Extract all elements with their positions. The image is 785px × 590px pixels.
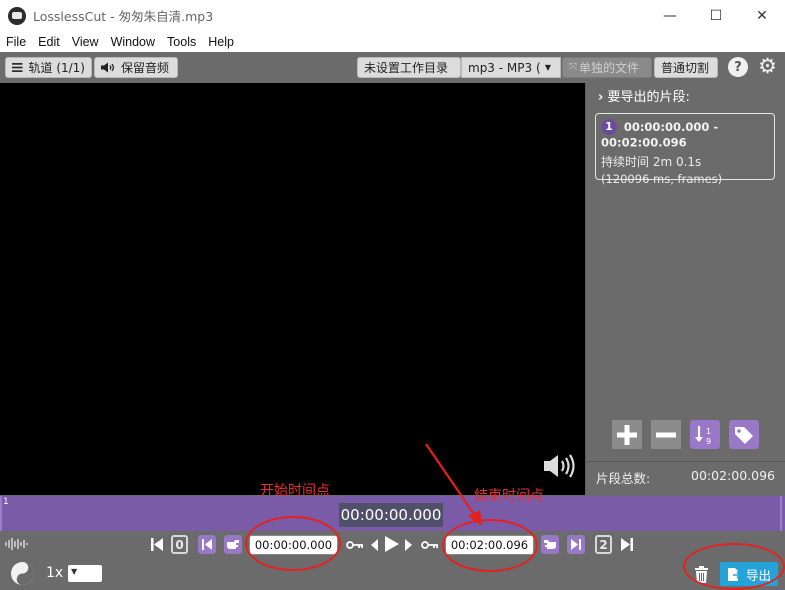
minimize-button[interactable]: — xyxy=(647,0,693,31)
menu-tools[interactable]: Tools xyxy=(161,35,202,49)
title-bar: LosslessCut - 匆匆朱自清.mp3 — ☐ ✕ xyxy=(0,0,785,31)
format-select[interactable]: mp3 - MP3 ( ▼ xyxy=(461,57,561,78)
chevron-down-icon: ▼ xyxy=(544,63,551,72)
segments-header-label: 要导出的片段: xyxy=(607,90,690,105)
tag-icon xyxy=(735,426,753,444)
remove-segment-button[interactable] xyxy=(651,420,681,449)
cut-mode-button[interactable]: 普通切割 xyxy=(654,57,718,78)
keep-audio-label: 保留音频 xyxy=(121,61,170,75)
step-end-icon xyxy=(571,539,581,550)
hand-right-icon xyxy=(227,540,239,549)
gear-icon[interactable]: ⚙ xyxy=(757,56,778,77)
chevron-down-icon: ▼ xyxy=(71,567,78,576)
video-player[interactable] xyxy=(0,83,585,495)
app-logo-icon xyxy=(8,6,26,25)
menu-view[interactable]: View xyxy=(66,35,105,49)
prev-frame-icon[interactable] xyxy=(370,538,379,552)
merge-icon: ⤧ xyxy=(569,62,577,73)
playback-rate-label: 1x xyxy=(46,565,64,581)
export-highlight xyxy=(683,543,785,590)
first-segment-button[interactable]: 0 xyxy=(171,535,188,554)
segment-actions: 19 xyxy=(612,420,759,449)
waveform-icon[interactable] xyxy=(5,537,29,551)
timeline-segment-marker: 1 xyxy=(3,497,9,507)
last-segment-button[interactable]: 2 xyxy=(595,535,612,554)
playback-rate-select[interactable]: ▼ xyxy=(68,565,102,582)
tracks-label: 轨道 (1/1) xyxy=(28,61,86,75)
maximize-button[interactable]: ☐ xyxy=(693,0,739,31)
set-end-button[interactable] xyxy=(541,535,559,554)
jump-to-start-icon[interactable] xyxy=(150,537,164,552)
jump-to-end-icon[interactable] xyxy=(620,537,634,552)
menu-window[interactable]: Window xyxy=(105,35,161,49)
toolbar: 轨道 (1/1) 保留音频 未设置工作目录 mp3 - MP3 ( ▼ ⤧ 单独… xyxy=(0,52,785,82)
help-button[interactable]: ? xyxy=(728,57,748,77)
segments-total-label: 片段总数: xyxy=(596,471,651,486)
minus-icon xyxy=(656,432,676,437)
segment-duration: 持续时间 2m 0.1s xyxy=(601,154,702,169)
add-segment-button[interactable] xyxy=(612,420,642,449)
menu-file[interactable]: File xyxy=(0,35,32,49)
segment-start-edge[interactable] xyxy=(0,496,2,531)
seek-segment-end-button[interactable] xyxy=(567,535,585,554)
window-title: LosslessCut - 匆匆朱自清.mp3 xyxy=(33,9,214,24)
segments-panel: › 要导出的片段: 1 00:00:00.000 - 00:02:00.096 … xyxy=(585,83,785,495)
seek-segment-start-button[interactable] xyxy=(198,535,216,554)
plus-icon xyxy=(617,424,637,445)
key-icon[interactable] xyxy=(421,538,439,552)
speaker-icon xyxy=(101,62,115,73)
svg-text:9: 9 xyxy=(706,437,711,446)
menu-bar: File Edit View Window Tools Help xyxy=(0,31,785,52)
segments-total-value: 00:02:00.096 xyxy=(691,468,775,483)
label-segment-button[interactable] xyxy=(729,420,759,449)
start-time-annotation: 开始时间点 xyxy=(260,483,330,499)
play-icon[interactable] xyxy=(383,535,400,553)
chevron-right-icon: › xyxy=(598,90,604,105)
step-start-icon xyxy=(202,539,212,550)
segment-range: 00:00:00.000 - 00:02:00.096 xyxy=(601,120,719,150)
arrow-annotation xyxy=(425,443,482,526)
start-time-highlight xyxy=(245,516,341,571)
working-dir-button[interactable]: 未设置工作目录 xyxy=(357,57,461,78)
separate-files-label: 单独的文件 xyxy=(579,61,640,75)
hand-left-icon xyxy=(544,540,556,549)
volume-icon[interactable] xyxy=(543,452,575,480)
segment-end-edge[interactable] xyxy=(780,496,782,531)
app-window: LosslessCut - 匆匆朱自清.mp3 — ☐ ✕ File Edit … xyxy=(0,0,785,590)
svg-text:1: 1 xyxy=(706,427,711,436)
segment-details: (120096 ms, frames) xyxy=(601,171,723,186)
menu-help[interactable]: Help xyxy=(202,35,240,49)
segment-item[interactable]: 1 00:00:00.000 - 00:02:00.096 持续时间 2m 0.… xyxy=(595,113,775,186)
separate-files-button[interactable]: ⤧ 单独的文件 xyxy=(562,57,652,78)
segments-header[interactable]: › 要导出的片段: xyxy=(598,86,690,105)
tracks-button[interactable]: 轨道 (1/1) xyxy=(5,57,92,78)
key-icon[interactable] xyxy=(346,538,364,552)
segment-number-badge: 1 xyxy=(601,119,617,135)
close-button[interactable]: ✕ xyxy=(739,0,785,31)
sort-numeric-icon: 19 xyxy=(695,425,711,446)
keep-audio-button[interactable]: 保留音频 xyxy=(94,57,178,78)
format-label: mp3 - MP3 ( xyxy=(468,60,541,75)
next-frame-icon[interactable] xyxy=(404,538,413,552)
menu-edit[interactable]: Edit xyxy=(32,35,66,49)
sort-segments-button[interactable]: 19 xyxy=(690,420,720,449)
hamburger-icon xyxy=(12,63,23,72)
divider xyxy=(586,461,785,462)
yin-yang-icon[interactable] xyxy=(10,561,35,586)
cut-mode-label: 普通切割 xyxy=(661,61,710,75)
set-start-button[interactable] xyxy=(224,535,242,554)
working-dir-label: 未设置工作目录 xyxy=(364,61,449,75)
window-controls: — ☐ ✕ xyxy=(647,0,785,31)
